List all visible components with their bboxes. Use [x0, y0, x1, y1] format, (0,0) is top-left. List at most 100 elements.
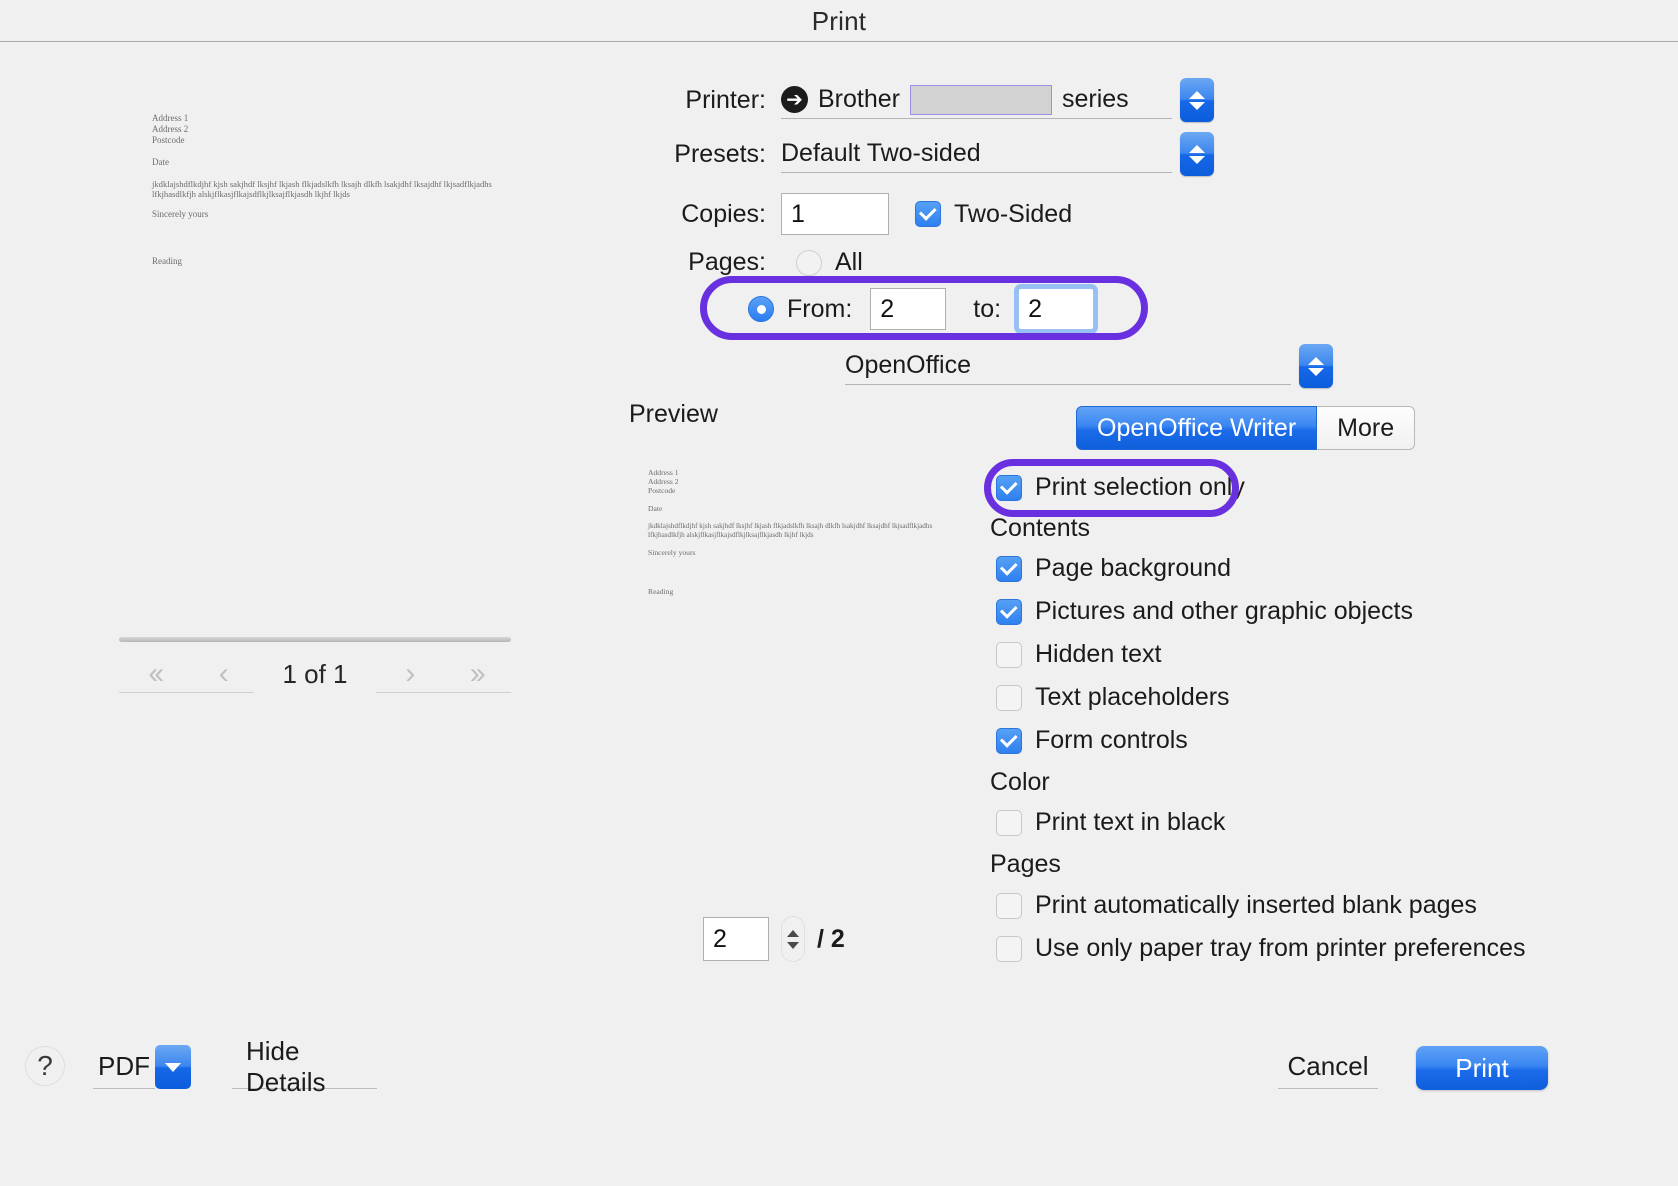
doc-line: Date — [152, 157, 169, 167]
pages-all-radio[interactable] — [796, 249, 822, 276]
app-select-value: OpenOffice — [845, 351, 972, 379]
options-tabs: OpenOffice Writer More — [1076, 406, 1416, 450]
titlebar-divider — [0, 41, 1678, 42]
pages-from-input[interactable]: 2 — [870, 288, 947, 330]
cancel-button[interactable]: Cancel — [1278, 1045, 1378, 1089]
preview-page-input[interactable]: 2 — [703, 917, 769, 961]
option-label: Print text in black — [1035, 808, 1226, 836]
checkbox-text-placeholders[interactable] — [996, 684, 1022, 711]
print-selection-only-checkbox[interactable] — [996, 474, 1022, 501]
option-row-page-background[interactable]: Page background — [996, 554, 1231, 583]
chevron-down-icon — [1189, 101, 1205, 110]
preview-page-left: Address 1 Address 2 Postcode Date jkdkla… — [152, 113, 492, 267]
group-heading-contents: Contents — [990, 514, 1091, 542]
checkbox-hidden-text[interactable] — [996, 641, 1022, 668]
printer-name-redacted — [909, 84, 1052, 115]
printer-select[interactable]: ➔ Brother series — [781, 81, 1172, 119]
pages-all-radio-row[interactable]: All — [796, 248, 863, 277]
pages-all-label: All — [835, 248, 863, 276]
checkbox-use-paper-tray[interactable] — [996, 935, 1022, 962]
doc-line: lfkjhasdlkfjh alskjflkasjflkajsdflkjlksa… — [152, 189, 350, 199]
print-selection-only-row[interactable]: Print selection only — [996, 473, 1245, 502]
checkbox-pictures-and-graphics[interactable] — [996, 598, 1022, 625]
chevron-down-icon — [787, 941, 799, 949]
preview-page-total: / 2 — [817, 924, 845, 953]
option-row-print-text-in-black[interactable]: Print text in black — [996, 808, 1225, 837]
option-label: Form controls — [1035, 726, 1188, 754]
app-select-row: OpenOffice — [845, 344, 1333, 388]
double-chevron-right-icon[interactable]: ›› — [470, 657, 486, 691]
option-row-hidden-text[interactable]: Hidden text — [996, 640, 1161, 669]
pdf-button[interactable]: PDF — [93, 1045, 155, 1089]
chevron-down-icon — [1308, 367, 1324, 376]
presets-select[interactable]: Default Two-sided — [781, 135, 1172, 173]
preview-page-stepper-row: 2 / 2 — [703, 916, 845, 962]
two-sided-checkbox-row[interactable]: Two-Sided — [915, 200, 1072, 229]
doc-line: Address 1 — [152, 113, 189, 123]
tab-label: OpenOffice Writer — [1097, 413, 1297, 442]
chevron-up-icon — [1308, 356, 1324, 365]
doc-line: jkdklajshdflkdjhf kjsh sakjhdf lksjhf lk… — [648, 522, 933, 530]
double-chevron-left-icon[interactable]: ‹‹ — [148, 657, 164, 691]
option-label: Text placeholders — [1035, 683, 1230, 711]
preview-scrollbar[interactable] — [119, 637, 511, 642]
printer-name-prefix: Brother — [818, 85, 900, 113]
printer-stepper[interactable] — [1180, 78, 1214, 122]
pages-row: Pages: All — [650, 248, 863, 277]
presets-row: Presets: Default Two-sided — [650, 132, 1214, 176]
chevron-down-icon — [1189, 155, 1205, 164]
presets-label: Presets: — [674, 139, 766, 168]
group-heading-pages: Pages — [990, 850, 1061, 878]
chevron-up-icon — [787, 929, 799, 937]
group-heading-color: Color — [990, 768, 1050, 796]
checkbox-form-controls[interactable] — [996, 727, 1022, 754]
preview-page-stepper[interactable] — [781, 916, 805, 962]
pages-to-input[interactable]: 2 — [1018, 288, 1095, 330]
pager-count: 1 of 1 — [282, 658, 348, 689]
pager-next-group[interactable]: › ›› — [376, 655, 511, 693]
pdf-button-group[interactable]: PDF — [93, 1045, 191, 1089]
preview-pager: ‹‹ ‹ 1 of 1 › ›› — [119, 655, 511, 693]
option-row-paper-tray[interactable]: Use only paper tray from printer prefere… — [996, 934, 1526, 963]
print-dialog: Print Address 1 Address 2 Postcode Date … — [0, 0, 1678, 1186]
copies-input[interactable]: 1 — [781, 193, 889, 235]
app-select-stepper[interactable] — [1299, 344, 1333, 388]
brother-status-icon: ➔ — [781, 86, 808, 113]
doc-line: Address 1 — [648, 468, 679, 477]
option-label: Print automatically inserted blank pages — [1035, 891, 1477, 919]
doc-line: Reading — [152, 256, 182, 266]
pages-range-radio[interactable] — [748, 296, 774, 322]
option-label: Use only paper tray from printer prefere… — [1035, 934, 1526, 962]
option-label: Page background — [1035, 554, 1231, 582]
pages-label: Pages: — [688, 248, 766, 276]
doc-line: jkdklajshdflkdjhf kjsh sakjhdf lksjhf lk… — [152, 179, 492, 189]
chevron-right-icon[interactable]: › — [405, 657, 415, 691]
doc-line: Address 2 — [648, 477, 679, 486]
doc-line: Date — [648, 504, 663, 513]
pager-prev-group[interactable]: ‹‹ ‹ — [119, 655, 254, 693]
pages-range-row: From: 2 to: 2 — [748, 288, 1095, 330]
preview-page-middle: Address 1 Address 2 Postcode Date jkdkla… — [648, 468, 938, 596]
checkbox-page-background[interactable] — [996, 555, 1022, 582]
print-button[interactable]: Print — [1416, 1046, 1548, 1090]
doc-line: Reading — [648, 587, 674, 596]
hide-details-button[interactable]: Hide Details — [232, 1036, 377, 1097]
app-select[interactable]: OpenOffice — [845, 347, 1291, 385]
presets-stepper[interactable] — [1180, 132, 1214, 176]
option-row-blank-pages[interactable]: Print automatically inserted blank pages — [996, 891, 1477, 920]
help-button[interactable]: ? — [25, 1046, 65, 1086]
printer-label: Printer: — [685, 85, 766, 114]
dialog-titlebar: Print — [0, 0, 1678, 42]
printer-name-suffix: series — [1061, 85, 1129, 113]
tab-more[interactable]: More — [1317, 406, 1416, 450]
two-sided-checkbox[interactable] — [915, 201, 941, 227]
option-row-form-controls[interactable]: Form controls — [996, 726, 1188, 755]
checkbox-print-text-in-black[interactable] — [996, 809, 1022, 836]
option-row-text-placeholders[interactable]: Text placeholders — [996, 683, 1230, 712]
tab-openoffice-writer[interactable]: OpenOffice Writer — [1076, 406, 1318, 450]
checkbox-print-blank-pages[interactable] — [996, 892, 1022, 919]
copies-label: Copies: — [681, 199, 766, 228]
option-row-pictures[interactable]: Pictures and other graphic objects — [996, 597, 1413, 626]
chevron-left-icon[interactable]: ‹ — [219, 657, 229, 691]
pdf-dropdown-chevron-icon[interactable] — [155, 1045, 191, 1089]
